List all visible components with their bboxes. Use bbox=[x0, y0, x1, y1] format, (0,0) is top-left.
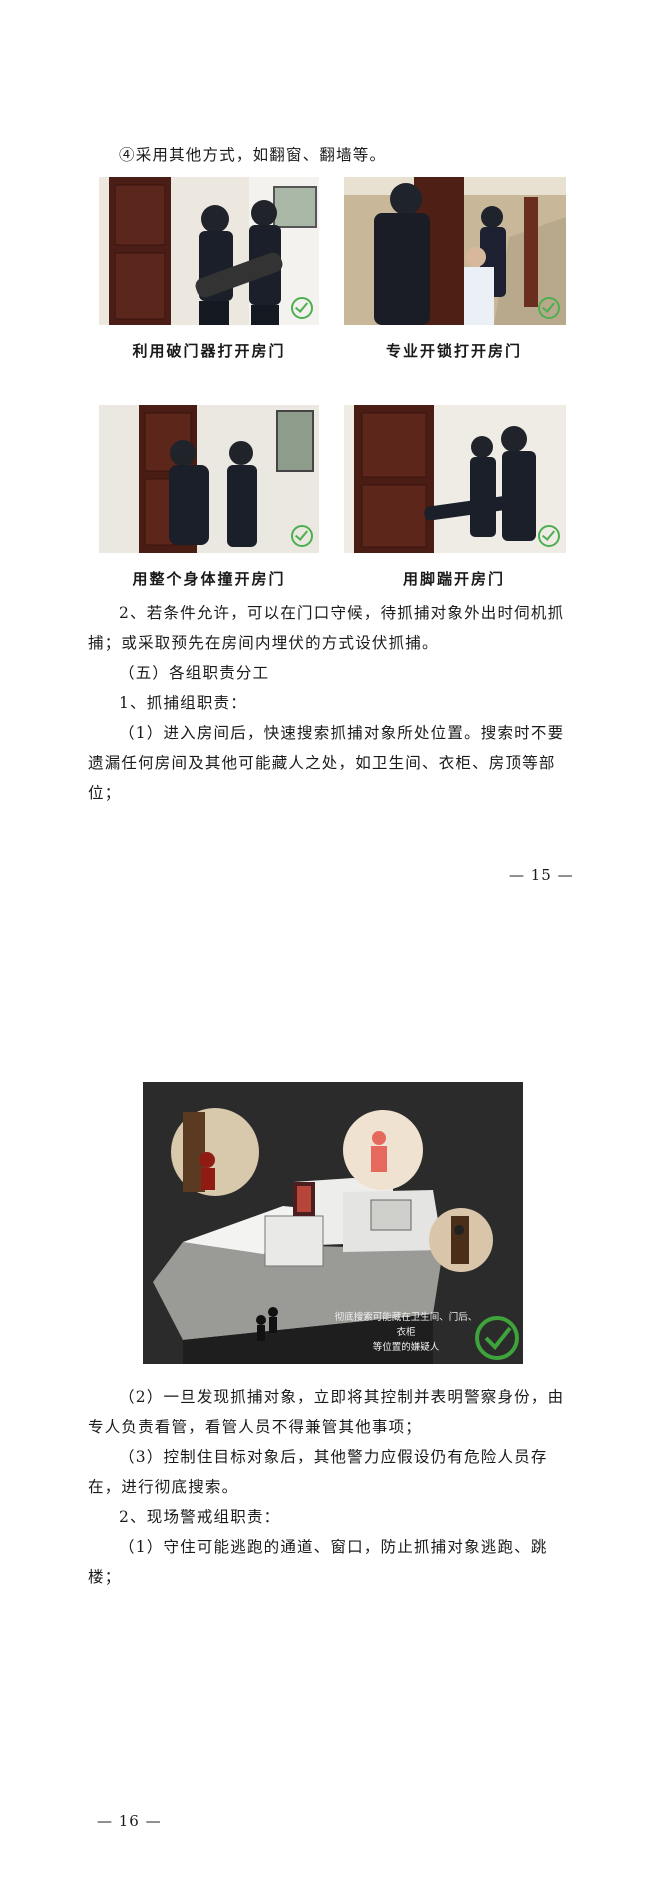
photo-kick-door bbox=[344, 405, 566, 553]
page-number-15: — 15 — bbox=[509, 866, 574, 884]
paragraph-guard-exits: （1）守住可能逃跑的通道、窗口，防止抓捕对象逃跑、跳楼； bbox=[88, 1538, 548, 1586]
search-diagram: 彻底搜索可能藏在卫生间、门后、衣柜 等位置的嫌疑人 bbox=[143, 1082, 523, 1382]
diagram-caption: 彻底搜索可能藏在卫生间、门后、衣柜 等位置的嫌疑人 bbox=[331, 1310, 481, 1355]
paragraph-search-room: （1）进入房间后，快速搜索抓捕对象所处位置。搜索时不要遗漏任何房间及其他可能藏人… bbox=[88, 724, 565, 802]
paragraph-thorough-search: （3）控制住目标对象后，其他警力应假设仍有危险人员存在，进行彻底搜索。 bbox=[88, 1448, 548, 1496]
photo-door-breaker bbox=[99, 177, 319, 325]
heading-security-team: 2、现场警戒组职责： bbox=[119, 1508, 281, 1526]
diagram-caption-line1: 彻底搜索可能藏在卫生间、门后、衣柜 bbox=[334, 1312, 478, 1338]
caption-kick-door: 用脚踹开房门 bbox=[402, 570, 505, 588]
item-4-text: ④采用其他方式，如翻窗、翻墙等。 bbox=[119, 146, 387, 164]
diagram-caption-line2: 等位置的嫌疑人 bbox=[372, 1342, 440, 1353]
checkmark-icon bbox=[538, 297, 560, 319]
photo-kick-door-drawing bbox=[344, 405, 566, 553]
paragraph-stakeout: 2、若条件允许，可以在门口守候，待抓捕对象外出时伺机抓捕；或采取预先在房间内埋伏… bbox=[88, 604, 565, 652]
photo-lock-opening bbox=[344, 177, 566, 325]
checkmark-icon bbox=[291, 297, 313, 319]
caption-door-breaker: 利用破门器打开房门 bbox=[132, 342, 286, 360]
page-number-16: — 16 — bbox=[97, 1812, 162, 1830]
photo-door-breaker-drawing bbox=[99, 177, 319, 325]
caption-body-ram: 用整个身体撞开房门 bbox=[132, 570, 286, 588]
heading-duties: （五）各组职责分工 bbox=[119, 664, 270, 682]
paragraph-control-target: （2）一旦发现抓捕对象，立即将其控制并表明警察身份，由专人负责看管，看管人员不得… bbox=[88, 1388, 565, 1436]
checkmark-icon bbox=[291, 525, 313, 547]
photo-lock-opening-drawing bbox=[344, 177, 566, 325]
heading-capture-team: 1、抓捕组职责： bbox=[119, 694, 247, 712]
checkmark-icon bbox=[538, 525, 560, 547]
photo-body-ram-drawing bbox=[99, 405, 319, 553]
photo-body-ram bbox=[99, 405, 319, 553]
caption-lock-opening: 专业开锁打开房门 bbox=[385, 342, 522, 360]
